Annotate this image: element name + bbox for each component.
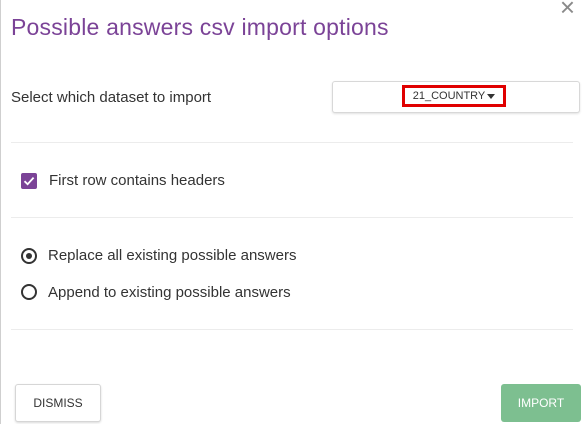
caret-down-icon: [487, 93, 496, 99]
divider: [11, 217, 573, 218]
dataset-select-label: Select which dataset to import: [11, 89, 212, 106]
import-options-dialog: Possible answers csv import options × Se…: [0, 0, 583, 424]
checkmark-icon: [23, 176, 35, 186]
append-answers-radio[interactable]: [21, 284, 37, 300]
divider: [11, 329, 573, 330]
dismiss-button[interactable]: DISMISS: [15, 384, 101, 422]
first-row-headers-checkbox[interactable]: [21, 173, 37, 189]
close-icon[interactable]: ×: [560, 0, 575, 20]
replace-answers-label: Replace all existing possible answers: [48, 247, 297, 264]
divider: [11, 142, 573, 143]
dataset-select[interactable]: 21_COUNTRY: [332, 81, 580, 113]
dialog-title: Possible answers csv import options: [11, 14, 389, 40]
dataset-selected-value: 21_COUNTRY: [412, 90, 486, 102]
import-button[interactable]: IMPORT: [501, 384, 581, 422]
append-answers-label: Append to existing possible answers: [48, 284, 291, 301]
dataset-selected-value-highlight[interactable]: 21_COUNTRY: [402, 85, 506, 107]
replace-answers-radio[interactable]: [21, 248, 37, 264]
first-row-headers-label: First row contains headers: [49, 172, 225, 189]
